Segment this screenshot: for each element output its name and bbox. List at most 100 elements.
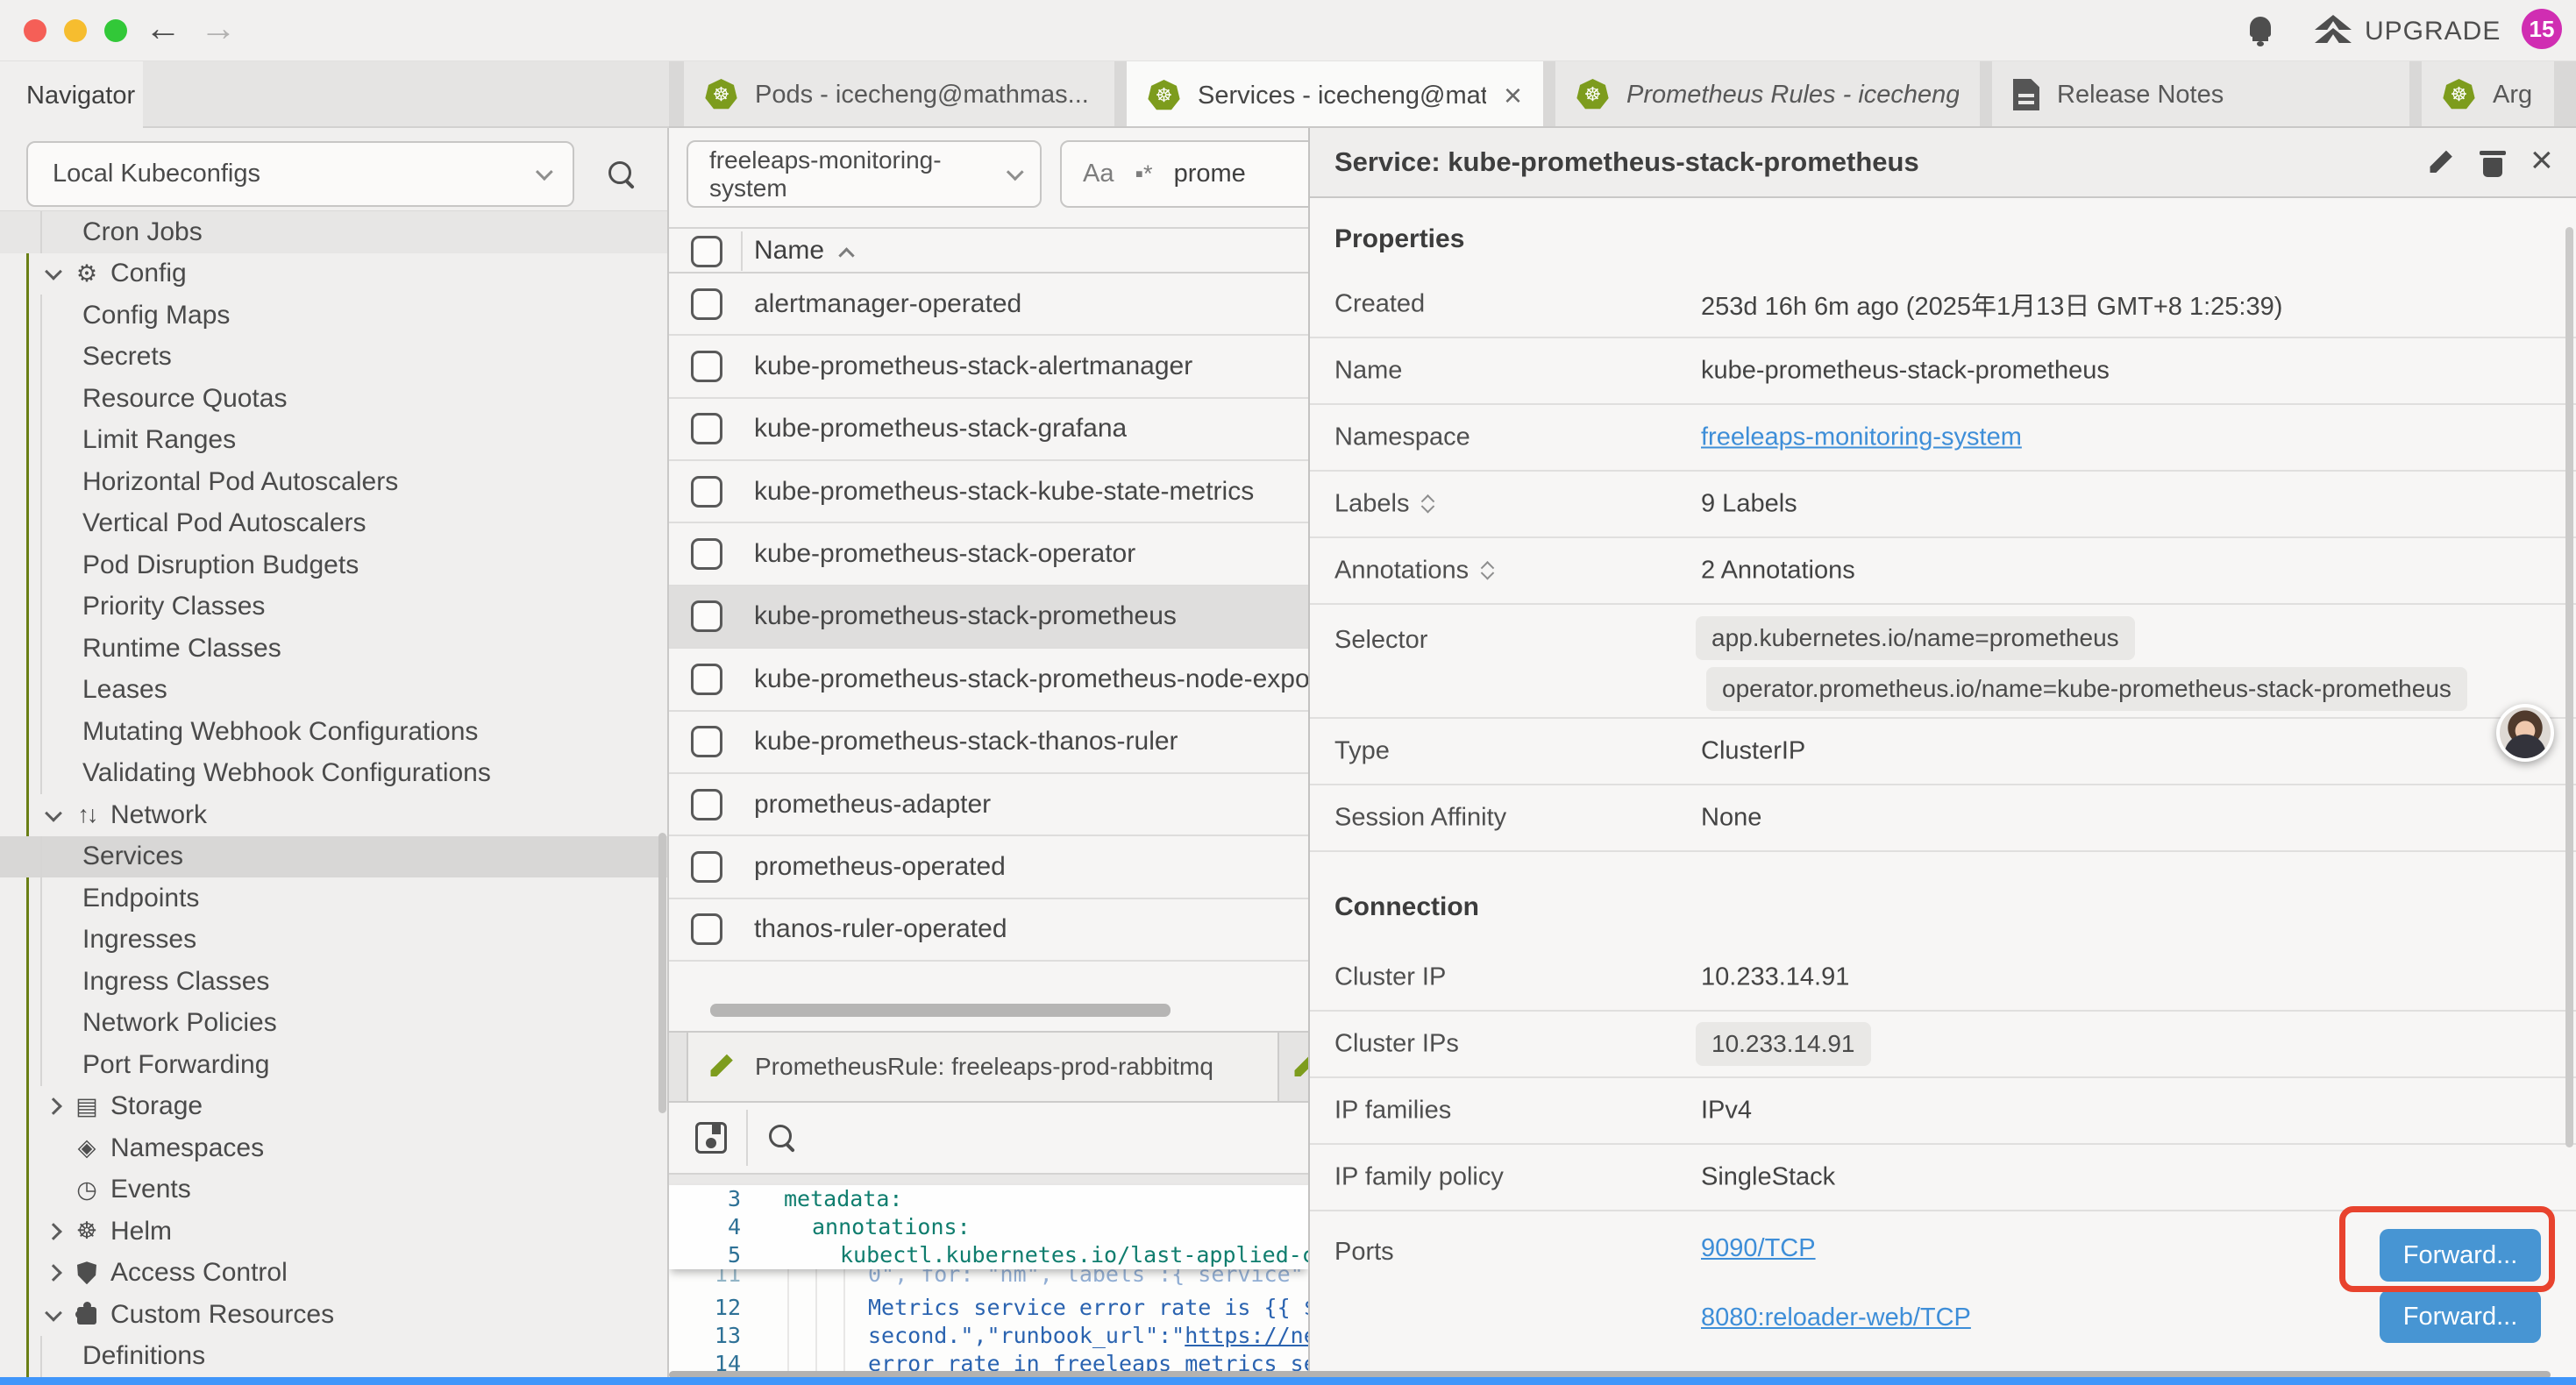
sidebar-item-definitions[interactable]: Definitions — [0, 1336, 667, 1378]
regex-icon[interactable]: ▪* — [1135, 160, 1152, 188]
avatar[interactable] — [2496, 704, 2554, 762]
sidebar-item-horizontal-pod-autoscalers[interactable]: Horizontal Pod Autoscalers — [0, 461, 667, 503]
upgrade-button[interactable]: UPGRADE — [2365, 17, 2501, 46]
sidebar-item-network-policies[interactable]: Network Policies — [0, 1003, 667, 1045]
chevron-down-icon[interactable] — [45, 263, 62, 281]
sidebar-item-leases[interactable]: Leases — [0, 670, 667, 712]
row-checkbox[interactable] — [691, 913, 722, 945]
chevron-right-icon[interactable] — [45, 1097, 62, 1115]
tab-argo-se[interactable]: ☸Argo Se — [2422, 61, 2554, 128]
row-checkbox[interactable] — [691, 851, 722, 883]
detail-value-link[interactable]: freeleaps-monitoring-system — [1701, 423, 2022, 452]
sidebar-item-config-maps[interactable]: Config Maps — [0, 295, 667, 337]
table-row-kube-prometheus-stack-prometheus[interactable]: kube-prometheus-stack-prometheus — [669, 586, 1308, 649]
name-column-header[interactable]: Name — [754, 236, 824, 266]
namespace-filter-dropdown[interactable]: freeleaps-monitoring-system — [687, 140, 1042, 208]
edit-pencil-icon[interactable] — [2425, 148, 2455, 178]
editor-tab-prometheusrule[interactable]: PrometheusRule: freeleaps-prod-rabbitmq — [687, 1033, 1279, 1101]
details-scrollbar[interactable] — [2565, 227, 2573, 1147]
table-row-kube-prometheus-stack-thanos-ruler[interactable]: kube-prometheus-stack-thanos-ruler — [669, 712, 1308, 774]
table-row-kube-prometheus-stack-prometheus-node-expor[interactable]: kube-prometheus-stack-prometheus-node-ex… — [669, 649, 1308, 711]
editor-search-icon[interactable] — [767, 1123, 797, 1153]
notification-count-badge[interactable]: 15 — [2522, 9, 2562, 49]
table-row-alertmanager-operated[interactable]: alertmanager-operated — [669, 273, 1308, 336]
delete-trash-icon[interactable] — [2480, 146, 2506, 180]
sidebar-item-access-control[interactable]: Access Control — [0, 1253, 667, 1295]
close-icon[interactable]: × — [2530, 138, 2553, 182]
table-row-prometheus-operated[interactable]: prometheus-operated — [669, 836, 1308, 898]
tab-pods-icecheng-mathmas[interactable]: ☸Pods - icecheng@mathmas... — [684, 61, 1114, 128]
sidebar-item-priority-classes[interactable]: Priority Classes — [0, 586, 667, 629]
sidebar-scrollbar[interactable] — [658, 833, 666, 1113]
row-checkbox[interactable] — [691, 726, 722, 757]
navigator-search-icon[interactable] — [607, 160, 637, 189]
save-icon[interactable] — [695, 1122, 727, 1154]
traffic-light-maximize[interactable] — [104, 19, 127, 42]
sidebar-item-endpoints[interactable]: Endpoints — [0, 877, 667, 920]
service-search-input[interactable]: Aa ▪* prome — [1060, 140, 1308, 208]
select-all-checkbox[interactable] — [691, 236, 722, 267]
tab-release-notes[interactable]: Release Notes — [1992, 61, 2409, 128]
kubeconfig-selector[interactable]: Local Kubeconfigs — [26, 141, 574, 207]
row-checkbox[interactable] — [691, 476, 722, 508]
sidebar-item-resource-quotas[interactable]: Resource Quotas — [0, 378, 667, 420]
row-checkbox[interactable] — [691, 288, 722, 320]
table-row-prometheus-adapter[interactable]: prometheus-adapter — [669, 774, 1308, 836]
row-checkbox[interactable] — [691, 413, 722, 444]
sidebar-item-validating-webhook-configurations[interactable]: Validating Webhook Configurations — [0, 753, 667, 795]
sidebar-item-port-forwarding[interactable]: Port Forwarding — [0, 1044, 667, 1086]
selector-chip: operator.prometheus.io/name=kube-prometh… — [1706, 667, 2467, 711]
close-icon[interactable]: × — [1504, 77, 1522, 114]
sidebar-item-vertical-pod-autoscalers[interactable]: Vertical Pod Autoscalers — [0, 503, 667, 545]
tab-services-icecheng-math[interactable]: ☸Services - icecheng@math...× — [1127, 61, 1543, 128]
table-row-thanos-ruler-operated[interactable]: thanos-ruler-operated — [669, 899, 1308, 962]
sidebar-item-events[interactable]: ◷Events — [0, 1169, 667, 1211]
sidebar-item-storage[interactable]: ▤Storage — [0, 1086, 667, 1128]
chevron-down-icon[interactable] — [45, 1304, 62, 1322]
chevron-down-icon[interactable] — [45, 805, 62, 822]
sidebar-item-config[interactable]: ⚙Config — [0, 253, 667, 295]
chevron-right-icon[interactable] — [45, 1223, 62, 1240]
traffic-light-close[interactable] — [24, 19, 46, 42]
match-case-icon[interactable]: Aa — [1083, 160, 1114, 188]
sidebar-item-services[interactable]: Services — [0, 836, 667, 878]
port-link-9090-tcp[interactable]: 9090/TCP — [1701, 1234, 1816, 1263]
sidebar-item-ingress-classes[interactable]: Ingress Classes — [0, 961, 667, 1003]
table-horizontal-scrollbar[interactable] — [710, 1004, 1171, 1017]
table-row-kube-prometheus-stack-operator[interactable]: kube-prometheus-stack-operator — [669, 523, 1308, 586]
forward-button[interactable]: Forward... — [2380, 1290, 2541, 1343]
back-icon[interactable]: ← — [145, 7, 181, 49]
tab-navigator[interactable]: Navigator — [0, 61, 143, 130]
table-row-kube-prometheus-stack-grafana[interactable]: kube-prometheus-stack-grafana — [669, 399, 1308, 461]
port-link-8080-reloader-web-tcp[interactable]: 8080:reloader-web/TCP — [1701, 1303, 1971, 1332]
sidebar-item-cron-jobs[interactable]: Cron Jobs — [0, 211, 667, 253]
tab-prometheus-rules-icecheng[interactable]: ☸Prometheus Rules - icecheng... — [1555, 61, 1980, 128]
editor-tab-partial[interactable] — [1283, 1033, 1308, 1101]
row-checkbox[interactable] — [691, 351, 722, 382]
notifications-bell-icon[interactable] — [2245, 14, 2276, 47]
table-row-kube-prometheus-stack-kube-state-metrics[interactable]: kube-prometheus-stack-kube-state-metrics — [669, 461, 1308, 523]
sort-icon[interactable] — [1483, 560, 1492, 581]
sort-icon[interactable] — [1423, 494, 1433, 515]
sidebar-item-network[interactable]: ↑↓Network — [0, 794, 667, 836]
sidebar-item-pod-disruption-budgets[interactable]: Pod Disruption Budgets — [0, 544, 667, 586]
sidebar-item-custom-resources[interactable]: Custom Resources — [0, 1294, 667, 1336]
sidebar-item-secrets[interactable]: Secrets — [0, 337, 667, 379]
sidebar-item-limit-ranges[interactable]: Limit Ranges — [0, 420, 667, 462]
table-row-kube-prometheus-stack-alertmanager[interactable]: kube-prometheus-stack-alertmanager — [669, 336, 1308, 398]
yaml-editor[interactable]: 110", for: "nm", labels :{ service" :12M… — [669, 1175, 1308, 1385]
row-checkbox[interactable] — [691, 600, 722, 632]
traffic-light-minimize[interactable] — [64, 19, 87, 42]
row-checkbox[interactable] — [691, 789, 722, 820]
sidebar-item-mutating-webhook-configurations[interactable]: Mutating Webhook Configurations — [0, 711, 667, 753]
forward-icon[interactable]: → — [200, 7, 237, 49]
sidebar-item-helm[interactable]: ☸Helm — [0, 1211, 667, 1253]
sidebar-item-ingresses[interactable]: Ingresses — [0, 920, 667, 962]
row-checkbox[interactable] — [691, 664, 722, 695]
row-checkbox[interactable] — [691, 538, 722, 570]
chevron-right-icon[interactable] — [45, 1264, 62, 1282]
sort-ascending-icon[interactable] — [838, 247, 854, 263]
upgrade-icon[interactable] — [2315, 15, 2352, 46]
sidebar-item-namespaces[interactable]: ◈Namespaces — [0, 1127, 667, 1169]
sidebar-item-runtime-classes[interactable]: Runtime Classes — [0, 628, 667, 670]
